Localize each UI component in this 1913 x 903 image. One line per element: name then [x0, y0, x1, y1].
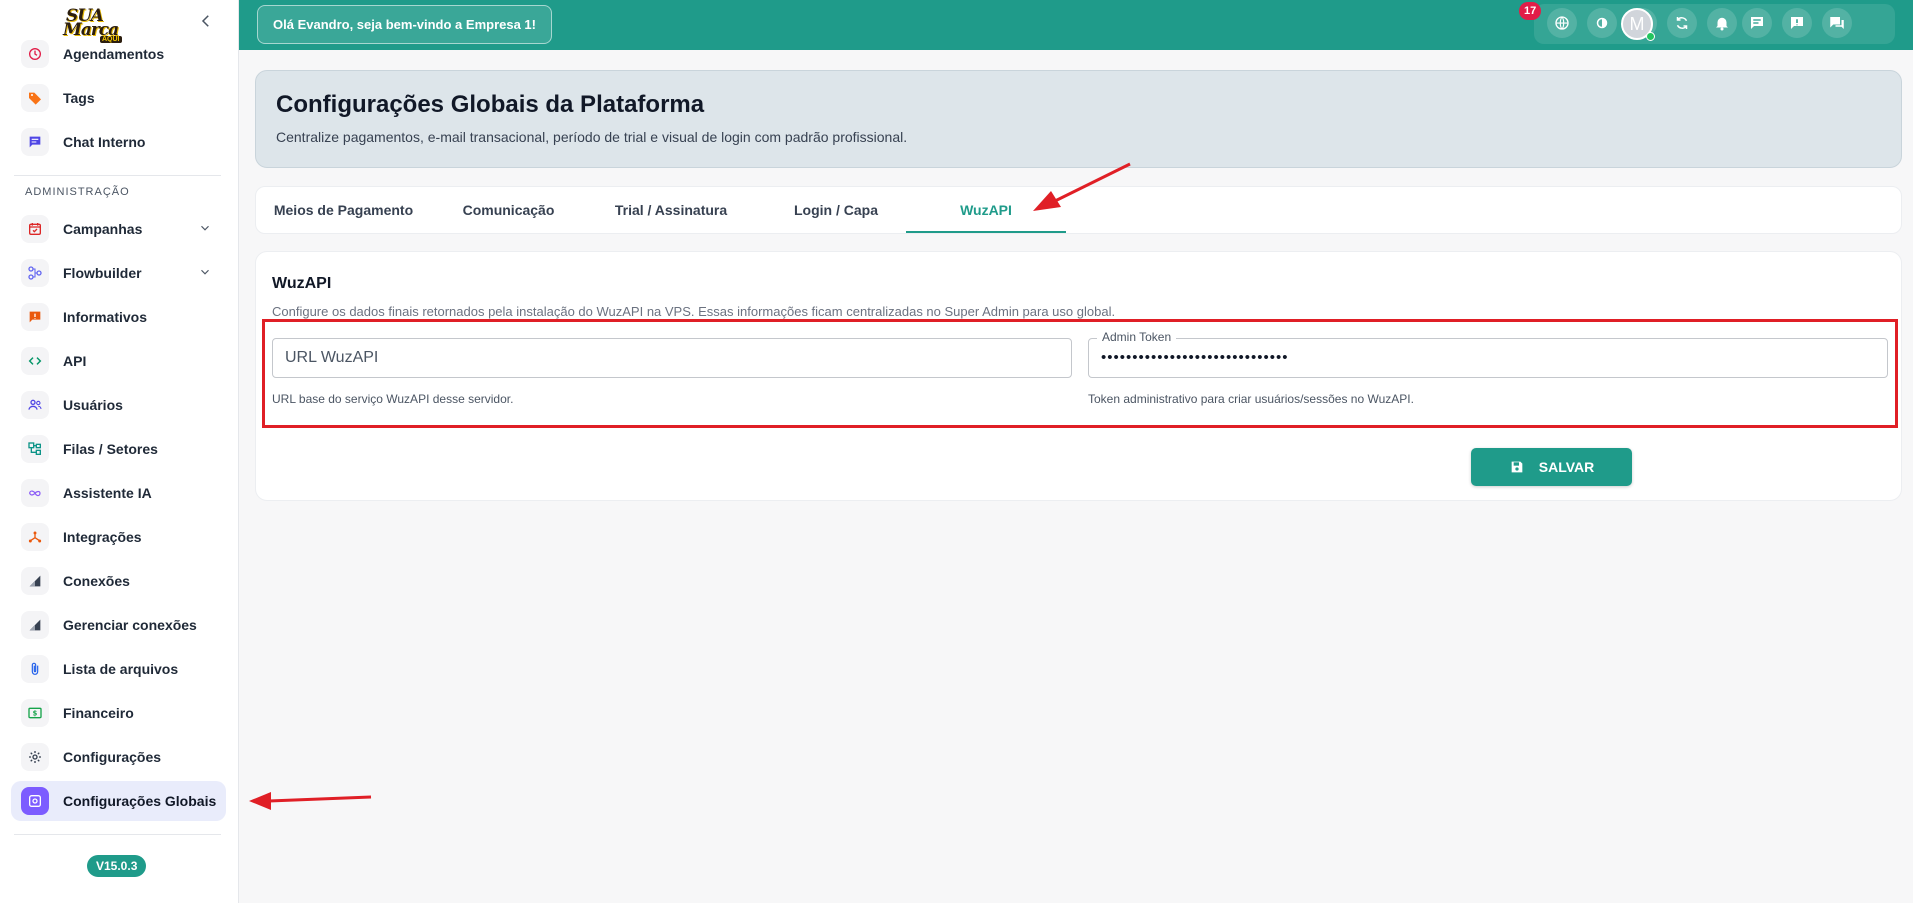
- sidebar-item-financeiro[interactable]: $ Financeiro: [11, 693, 226, 733]
- clock-icon: [21, 40, 49, 68]
- tab-login-capa[interactable]: Login / Capa: [756, 187, 916, 233]
- chevron-down-icon[interactable]: [198, 265, 212, 279]
- sidebar-item-configuracoes-globais[interactable]: Configurações Globais: [11, 781, 226, 821]
- sidebar-item-informativos[interactable]: Informativos: [11, 297, 226, 337]
- queue-icon: [21, 435, 49, 463]
- page-subtitle: Centralize pagamentos, e-mail transacion…: [276, 129, 908, 145]
- flow-icon: [21, 259, 49, 287]
- sidebar-item-label: Campanhas: [63, 221, 143, 237]
- sidebar-item-label: Configurações: [63, 749, 162, 765]
- sidebar-item-label: Agendamentos: [63, 46, 165, 62]
- globe-icon[interactable]: [1547, 8, 1577, 38]
- sidebar-item-label: Tags: [63, 90, 95, 106]
- sidebar-item-integracoes[interactable]: Integrações: [11, 517, 226, 557]
- sidebar-item-label: Filas / Setores: [63, 441, 158, 457]
- divider: [14, 834, 221, 835]
- svg-text:$: $: [33, 710, 38, 718]
- page-header: Configurações Globais da Plataforma Cent…: [255, 70, 1902, 168]
- gear-icon: [21, 743, 49, 771]
- sidebar-item-chat-interno[interactable]: Chat Interno: [11, 122, 226, 162]
- sidebar-item-label: Gerenciar conexões: [63, 617, 197, 633]
- notification-badge: 17: [1519, 2, 1542, 20]
- online-status-dot: [1646, 32, 1655, 41]
- annotation-highlight-box: [262, 319, 1898, 428]
- theme-toggle-icon[interactable]: [1587, 8, 1617, 38]
- signal-icon: [21, 567, 49, 595]
- sidebar-item-tags[interactable]: Tags: [11, 78, 226, 118]
- bell-icon[interactable]: [1707, 8, 1737, 38]
- sidebar-item-label: Flowbuilder: [63, 265, 142, 281]
- paperclip-icon: [21, 655, 49, 683]
- sidebar-item-campanhas[interactable]: Campanhas: [11, 209, 226, 249]
- sidebar-item-filas-setores[interactable]: Filas / Setores: [11, 429, 226, 469]
- sidebar-item-api[interactable]: API: [11, 341, 226, 381]
- sidebar-item-configuracoes[interactable]: Configurações: [11, 737, 226, 777]
- tab-meios-de-pagamento[interactable]: Meios de Pagamento: [256, 187, 431, 233]
- infinity-icon: [21, 479, 49, 507]
- sidebar: SUA Marca AQUI Agendamentos Tags Chat In…: [0, 0, 239, 903]
- money-icon: $: [21, 699, 49, 727]
- annotation-arrow-sidebar: [249, 792, 372, 810]
- alert-icon[interactable]: [1782, 8, 1812, 38]
- integration-icon: [21, 523, 49, 551]
- calendar-check-icon: [21, 215, 49, 243]
- sidebar-item-conexoes[interactable]: Conexões: [11, 561, 226, 601]
- sidebar-item-assistente-ia[interactable]: Assistente IA: [11, 473, 226, 513]
- sidebar-item-agendamentos[interactable]: Agendamentos: [11, 34, 226, 74]
- sidebar-item-label: Informativos: [63, 309, 148, 325]
- greeting-banner: Olá Evandro, seja bem-vindo a Empresa 1!: [257, 5, 552, 44]
- sidebar-item-label: Integrações: [63, 529, 142, 545]
- sidebar-item-label: Configurações Globais: [63, 793, 217, 809]
- topbar: Olá Evandro, seja bem-vindo a Empresa 1!: [239, 0, 1913, 50]
- sidebar-item-label: API: [63, 353, 87, 369]
- tab-comunicacao[interactable]: Comunicação: [431, 187, 586, 233]
- code-icon: [21, 347, 49, 375]
- section-title-admin: ADMINISTRAÇÃO: [25, 186, 130, 198]
- page-title: Configurações Globais da Plataforma: [276, 91, 705, 118]
- users-icon: [21, 391, 49, 419]
- tab-trial-assinatura[interactable]: Trial / Assinatura: [586, 187, 756, 233]
- sidebar-item-label: Assistente IA: [63, 485, 152, 501]
- chevron-left-icon[interactable]: [196, 12, 216, 32]
- global-settings-icon: [21, 787, 49, 815]
- save-label: SALVAR: [1538, 459, 1595, 475]
- sidebar-item-usuarios[interactable]: Usuários: [11, 385, 226, 425]
- save-button[interactable]: SALVAR: [1471, 448, 1632, 486]
- sidebar-item-flowbuilder[interactable]: Flowbuilder: [11, 253, 226, 293]
- chat-icon[interactable]: [1822, 8, 1852, 38]
- version-badge: V15.0.3: [87, 855, 147, 877]
- tag-icon: [21, 84, 49, 112]
- chevron-down-icon[interactable]: [198, 221, 212, 235]
- card-title: WuzAPI: [272, 275, 332, 292]
- card-description: Configure os dados finais retornados pel…: [272, 304, 1116, 319]
- alert-message-icon: [21, 303, 49, 331]
- chat-icon: [21, 128, 49, 156]
- sidebar-item-lista-de-arquivos[interactable]: Lista de arquivos: [11, 649, 226, 689]
- messages-icon[interactable]: [1742, 8, 1772, 38]
- signal-icon: [21, 611, 49, 639]
- divider: [14, 175, 221, 176]
- sidebar-item-label: Usuários: [63, 397, 123, 413]
- refresh-icon[interactable]: [1667, 8, 1697, 38]
- sidebar-item-label: Financeiro: [63, 705, 134, 721]
- annotation-arrow-tab: [1033, 162, 1131, 211]
- sidebar-item-gerenciar-conexoes[interactable]: Gerenciar conexões: [11, 605, 226, 645]
- sidebar-item-label: Lista de arquivos: [63, 661, 179, 677]
- sidebar-item-label: Conexões: [63, 573, 130, 589]
- save-icon: [1511, 461, 1523, 473]
- sidebar-item-label: Chat Interno: [63, 134, 146, 150]
